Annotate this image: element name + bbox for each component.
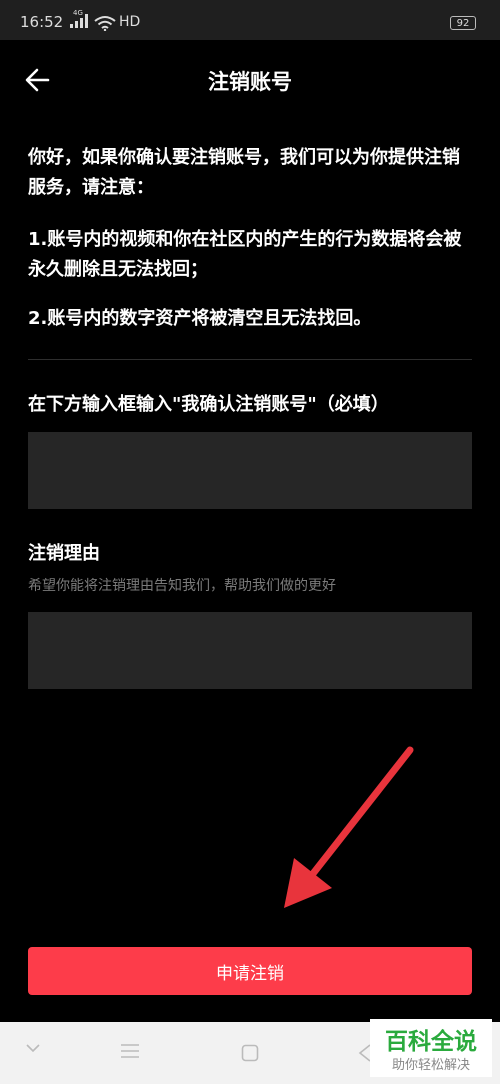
watermark-subtitle: 助你轻松解决 (391, 1058, 470, 1073)
signal-icon (70, 14, 88, 28)
notice-point-1: 1.账号内的视频和你在社区内的产生的行为数据将会被永久删除且无法找回； (28, 229, 462, 280)
status-time: 16:52 (20, 13, 64, 31)
chevron-down-icon[interactable] (26, 1042, 40, 1054)
reason-label: 注销理由 (28, 543, 100, 564)
battery-icon: 92 (450, 16, 476, 30)
divider (28, 359, 472, 360)
annotation-arrow-icon (284, 746, 414, 908)
page-header: 注销账号 (0, 40, 500, 116)
reason-input[interactable] (28, 612, 472, 689)
status-bar: 16:52 4G HD 92 (0, 0, 500, 40)
reason-hint: 希望你能将注销理由告知我们，帮助我们做的更好 (28, 578, 336, 594)
notice-point-2: 2.账号内的数字资产将被清空且无法找回。 (28, 308, 372, 329)
notice-intro: 你好，如果你确认要注销账号，我们可以为你提供注销服务，请注意： (28, 147, 460, 198)
confirm-label: 在下方输入框输入"我确认注销账号"（必填） (28, 394, 389, 415)
menu-icon[interactable] (120, 1043, 140, 1059)
watermark: 百科全说 助你轻松解决 (370, 1019, 492, 1077)
apply-cancellation-button[interactable]: 申请注销 (28, 947, 472, 995)
wifi-icon (94, 16, 116, 31)
page-title: 注销账号 (208, 70, 292, 94)
watermark-title: 百科全说 (385, 1029, 477, 1055)
hd-indicator: HD (119, 14, 141, 30)
home-icon[interactable] (241, 1044, 259, 1062)
confirm-input[interactable] (28, 432, 472, 509)
